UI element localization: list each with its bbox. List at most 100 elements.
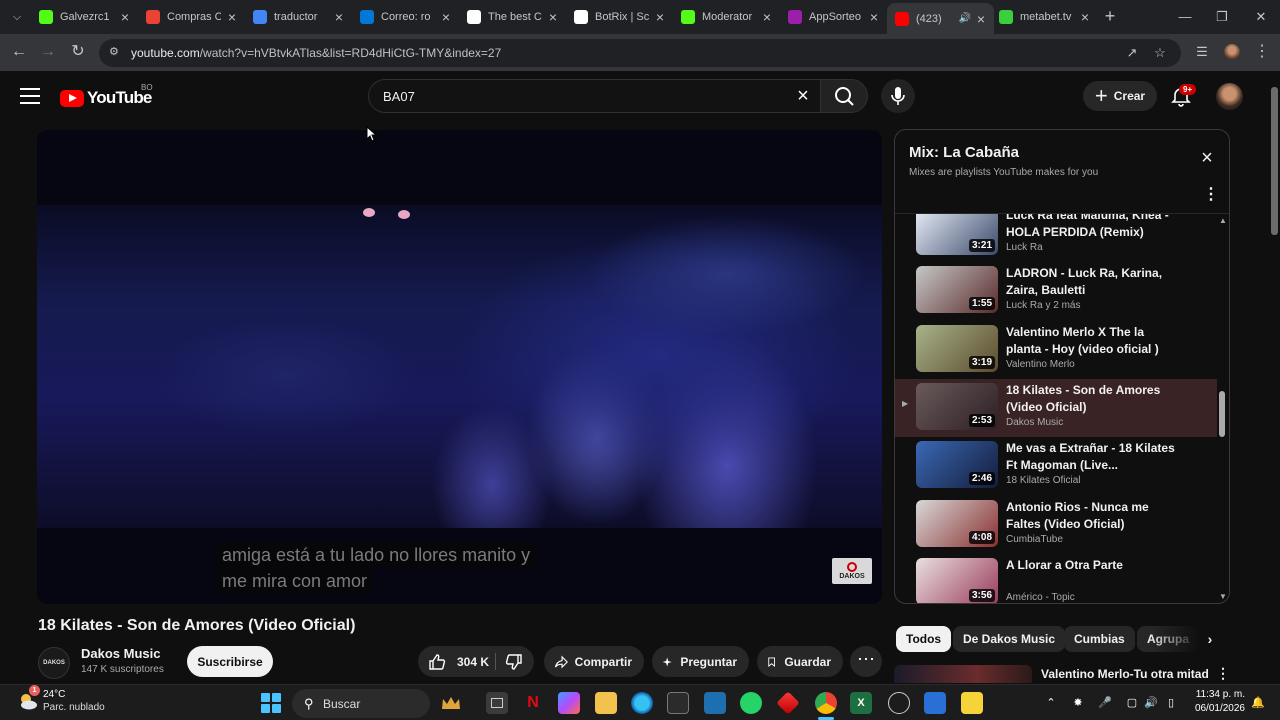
playlist-more-icon[interactable]: ⋮ (1203, 187, 1219, 204)
playlist-item[interactable]: 2:46 Me vas a Extrañar - 18 Kilates Ft Ma… (895, 437, 1217, 495)
playlist-item[interactable]: 1:55 LADRON - Luck Ra, Karina, Zaira, Bau… (895, 262, 1217, 320)
playlist-item[interactable]: 3:19 Valentino Merlo X The la planta - Ho… (895, 321, 1217, 379)
taskbar-search[interactable]: ⚲ Buscar (292, 689, 430, 718)
app-icon[interactable] (704, 692, 726, 714)
weather-description[interactable]: Parc. nublado (43, 702, 105, 713)
playlist-item-title[interactable]: Antonio Rios - Nunca me Faltes (Video Of… (1006, 499, 1178, 533)
create-button[interactable]: + Crear (1083, 81, 1157, 111)
playlist-item-title[interactable]: Luck Ra feat Maluma, Khea - HOLA PERDIDA… (1006, 214, 1178, 241)
playlist-item-title[interactable]: Valentino Merlo X The la planta - Hoy (v… (1006, 324, 1178, 358)
clock-date[interactable]: 06/01/2026 (1190, 703, 1245, 714)
notification-center-icon[interactable]: 🔔 (1250, 695, 1266, 711)
close-playlist-icon[interactable]: × (1197, 148, 1217, 168)
close-tab-icon[interactable]: × (225, 10, 239, 24)
taskbar-crown-app-icon[interactable] (440, 692, 462, 714)
chevron-right-icon[interactable]: › (1197, 626, 1223, 652)
minimize-window-button[interactable]: — (1175, 8, 1195, 26)
windows-start-button[interactable] (261, 693, 281, 713)
youtube-logo[interactable]: YouTube (60, 88, 152, 108)
ask-button[interactable]: Preguntar (652, 646, 749, 677)
account-avatar[interactable] (1216, 83, 1243, 110)
guide-menu-button[interactable] (20, 88, 40, 104)
chip-todos[interactable]: Todos (896, 626, 952, 652)
browser-tab[interactable]: The best C × (459, 3, 566, 31)
new-tab-button[interactable]: + (1100, 7, 1120, 27)
close-window-button[interactable]: ✕ (1251, 8, 1271, 26)
edge-icon[interactable] (631, 692, 653, 714)
weather-temperature[interactable]: 24°C (43, 689, 65, 700)
playlist-item[interactable]: 4:08 Antonio Rios - Nunca me Faltes (Vide… (895, 496, 1217, 554)
media-controls-icon[interactable]: ☰ (1192, 42, 1212, 62)
playlist-item[interactable]: ▶ 2:53 18 Kilates - Son de Amores (Video O… (895, 378, 1217, 437)
tray-app-icon[interactable]: ✸ (1070, 695, 1086, 711)
channel-avatar[interactable]: DAKOS (38, 647, 70, 679)
playlist-item-title[interactable]: 18 Kilates - Son de Amores (Video Oficia… (1006, 382, 1178, 416)
browser-tab[interactable]: traductor × (245, 3, 352, 31)
browser-tab[interactable]: metabet.tv × (991, 3, 1098, 31)
maximize-window-button[interactable]: ❐ (1212, 8, 1232, 26)
close-tab-icon[interactable]: × (867, 10, 881, 24)
save-button[interactable]: Guardar (757, 646, 843, 677)
subscribe-button[interactable]: Suscribirse (187, 646, 273, 677)
playlist-item-thumbnail[interactable]: 3:21 (916, 214, 998, 255)
close-tab-icon[interactable]: × (332, 10, 346, 24)
browser-menu-button[interactable]: ⋮ (1252, 42, 1272, 62)
address-bar[interactable]: ⚙ youtube.com/watch?v=hVBtvkATlas&list=R… (99, 39, 1181, 67)
profile-avatar[interactable] (1222, 42, 1242, 62)
playlist-item-title[interactable]: A Llorar a Otra Parte (1006, 557, 1178, 574)
close-tab-icon[interactable]: × (1078, 10, 1092, 24)
playlist-scrollbar-thumb[interactable] (1219, 391, 1225, 437)
close-tab-icon[interactable]: × (439, 10, 453, 24)
bookmark-star-icon[interactable]: ☆ (1151, 44, 1169, 62)
close-tab-icon[interactable]: × (546, 10, 560, 24)
page-scrollbar-thumb[interactable] (1271, 87, 1278, 235)
browser-tab[interactable]: Correo: ro × (352, 3, 459, 31)
netflix-icon[interactable]: N (522, 692, 544, 714)
browser-tab[interactable]: Compras C × (138, 3, 245, 31)
recording-app-icon[interactable] (888, 692, 910, 714)
forward-button[interactable]: → (38, 42, 58, 62)
app-icon[interactable] (924, 692, 946, 714)
recommendation-thumbnail[interactable] (894, 665, 1032, 683)
excel-icon[interactable]: X (850, 692, 872, 714)
playlist-item-thumbnail[interactable]: 3:19 (916, 324, 998, 372)
copilot-icon[interactable] (558, 692, 580, 714)
tab-audio-icon[interactable]: 🔊 (959, 13, 971, 24)
red-app-icon[interactable] (776, 691, 800, 715)
chrome-icon[interactable] (815, 692, 837, 720)
display-icon[interactable]: ▢ (1124, 695, 1140, 711)
video-player[interactable]: amiga está a tu lado no llores manito y … (37, 130, 882, 604)
clear-search-icon[interactable]: × (793, 86, 813, 106)
browser-tab[interactable]: Galvezrc1 × (31, 3, 138, 31)
browser-tab[interactable]: AppSorteo × (780, 3, 887, 31)
browser-tab[interactable]: BotRix | Sc × (566, 3, 673, 31)
chip-de-dakos-music[interactable]: De Dakos Music (953, 626, 1066, 652)
tray-chevron-up-icon[interactable]: ⌃ (1043, 695, 1059, 711)
close-tab-icon[interactable]: × (974, 12, 988, 26)
playlist-item-thumbnail[interactable]: 2:46 (916, 441, 998, 489)
back-button[interactable]: ← (9, 42, 29, 62)
more-actions-button[interactable]: ⋯ (850, 646, 882, 677)
microphone-icon[interactable]: 🎤 (1097, 695, 1113, 711)
scroll-down-arrow-icon[interactable]: ▼ (1219, 592, 1227, 601)
browser-tab[interactable]: (423) 🔊 × (887, 3, 994, 34)
reload-button[interactable]: ↻ (68, 42, 88, 62)
volume-icon[interactable]: 🔊 (1143, 695, 1159, 711)
search-button[interactable] (820, 79, 868, 113)
recommendation-more-icon[interactable]: ⋮ (1216, 665, 1230, 682)
playlist-item-thumbnail[interactable]: 1:55 (916, 266, 998, 314)
microsoft-store-icon[interactable] (667, 692, 689, 714)
playlist-item-title[interactable]: Me vas a Extrañar - 18 Kilates Ft Magoma… (1006, 440, 1178, 474)
playlist-item-thumbnail[interactable]: 2:53 (916, 382, 998, 430)
search-input[interactable]: BA07 × (368, 79, 820, 113)
scroll-up-arrow-icon[interactable]: ▲ (1219, 216, 1227, 225)
browser-tab[interactable]: Moderator × (673, 3, 780, 31)
playlist-item[interactable]: 3:21 Luck Ra feat Maluma, Khea - HOLA PER… (895, 214, 1217, 262)
sticky-notes-icon[interactable] (961, 692, 983, 714)
channel-watermark[interactable]: DAKOS (832, 558, 872, 584)
share-button[interactable]: Compartir (544, 646, 644, 677)
recommendation-title[interactable]: Valentino Merlo-Tu otra mitad (1041, 667, 1209, 681)
playlist-item-title[interactable]: LADRON - Luck Ra, Karina, Zaira, Baulett… (1006, 265, 1178, 299)
recommendation-item[interactable]: Valentino Merlo-Tu otra mitad ⋮ (894, 665, 1230, 683)
install-app-icon[interactable]: ↗ (1123, 44, 1141, 62)
